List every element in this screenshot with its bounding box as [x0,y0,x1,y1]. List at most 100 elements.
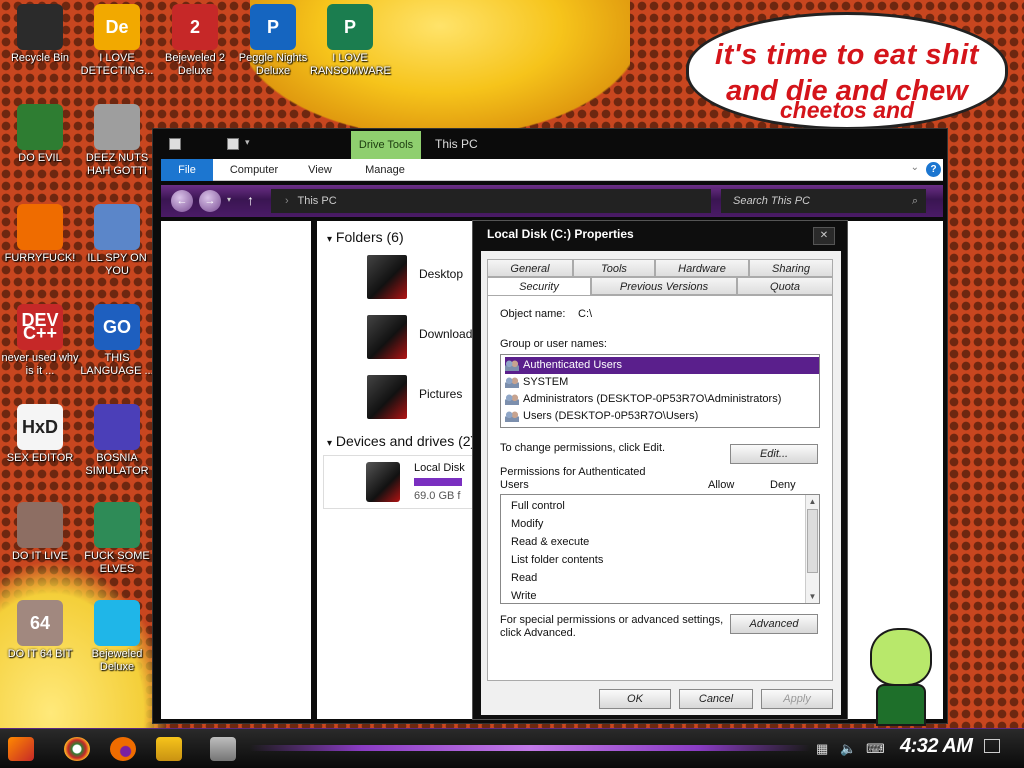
desktop-icon[interactable]: Bejeweled Deluxe [77,600,157,674]
keyboard-icon[interactable]: ⌨ [866,741,885,757]
spy-magnifier-icon [94,204,140,250]
ok-button[interactable]: OK [599,689,671,709]
breadcrumb-arrow-icon: › [285,195,289,207]
user-row-users[interactable]: Users (DESKTOP-0P53R7O\Users) [505,408,698,425]
perm-read-execute: Read & execute [511,536,590,548]
close-button[interactable]: ✕ [813,227,835,245]
drive-tools-tab[interactable]: Drive Tools [351,131,421,159]
desktop-icon[interactable]: PI LOVE RANSOMWARE [310,4,391,78]
recent-locations-icon[interactable]: ▾ [227,195,231,204]
navigation-pane[interactable] [161,221,311,719]
properties-taskbar-icon[interactable] [210,737,236,761]
cancel-button[interactable]: Cancel [679,689,753,709]
users-group-icon [505,410,519,423]
chrome-taskbar-icon[interactable] [64,737,90,761]
desktop-icon-label: DO EVIL [18,152,62,164]
desktop-icon-label: SEX EDITOR [6,452,74,464]
user-row-administrators[interactable]: Administrators (DESKTOP-0P53R7O\Administ… [505,391,781,408]
tab-computer[interactable]: Computer [221,159,287,181]
tab-file[interactable]: File [161,159,213,181]
desktop-icon[interactable]: GO THIS LANGUAGE ... [77,304,157,378]
desktop-icon[interactable]: DO EVIL [0,104,80,165]
devices-group-header[interactable]: ▾ Devices and drives (2) [327,433,475,449]
desktop-icon[interactable]: 64 DO IT 64 BIT [0,600,80,661]
desktop-icon-label: FURRYFUCK! [4,252,76,264]
portrait-icon [17,502,63,548]
desktop-icon-label: ILL SPY ON YOU [87,252,147,277]
desktop-icon-label: DO IT 64 BIT [7,648,73,660]
start-button-icon[interactable] [8,737,34,761]
hard-drive-icon [366,462,400,502]
clock[interactable]: 4:32 AM [900,735,973,758]
downloads-folder-icon [367,315,407,359]
ribbon-collapse-icon[interactable]: ⌄ [911,162,919,173]
tab-previous-versions[interactable]: Previous Versions [591,277,737,295]
help-icon[interactable]: ? [926,162,941,177]
local-disk-drive[interactable]: Local Disk 69.0 GB f [323,455,473,509]
security-panel: Object name: C:\ Group or user names: Au… [487,295,833,681]
address-bar[interactable]: › This PC [271,189,711,213]
forward-button[interactable]: → [199,190,221,212]
meme-speech-bubble: it's time to eat shit and die and chew c… [686,12,1008,130]
tab-tools[interactable]: Tools [573,259,655,277]
title-bar: ▾ Drive Tools This PC [153,129,947,159]
windows-stack-icon [94,104,140,150]
scroll-up-icon[interactable]: ▲ [806,495,819,508]
permissions-scrollbar[interactable]: ▲ ▼ [805,495,819,603]
perm-write: Write [511,590,537,602]
desktop-icon-label: I LOVE RANSOMWARE [310,52,391,77]
search-icon[interactable]: ⌕ [912,189,918,213]
permissions-list[interactable]: Full control Modify Read & execute List … [500,494,820,604]
desktop-icon[interactable]: DEEZ NUTS HAH GOTTI [77,104,157,178]
desktop-icon-label: THIS LANGUAGE ... [80,352,154,377]
volume-icon[interactable]: 🔈 [840,741,856,757]
recycle-bin-icon [17,4,63,50]
up-arrow-icon[interactable]: ↑ [247,192,254,208]
desktop-icon[interactable]: De I LOVE DETECTING... [77,4,157,78]
pictures-folder-icon [367,375,407,419]
desktop-icon[interactable]: P Peggle Nights Deluxe [233,4,313,78]
user-row-authenticated[interactable]: Authenticated Users [505,357,819,374]
tab-view[interactable]: View [299,159,341,181]
quick-access-icon[interactable] [227,138,239,150]
tab-hardware[interactable]: Hardware [655,259,749,277]
firefox-taskbar-icon[interactable] [110,737,136,761]
network-icon[interactable]: ▦ [816,741,828,757]
folders-group-header[interactable]: ▾ Folders (6) [327,229,404,245]
desktop-icon[interactable]: DO IT LIVE [0,502,80,563]
object-name-label: Object name: [500,308,566,320]
tab-general[interactable]: General [487,259,573,277]
users-group-icon [505,376,519,389]
scroll-down-icon[interactable]: ▼ [806,590,819,603]
golang-icon: GO [94,304,140,350]
tab-quota[interactable]: Quota [737,277,833,295]
search-input[interactable]: Search This PC ⌕ [721,189,926,213]
quick-access-dropdown-icon[interactable]: ▾ [245,137,250,148]
desktop-icon[interactable]: BOSNIA SIMULATOR [77,404,157,478]
desktop-icon[interactable]: HxD SEX EDITOR [0,404,80,465]
file-explorer-taskbar-icon[interactable] [156,737,182,761]
tab-manage[interactable]: Manage [353,159,417,181]
back-button[interactable]: ← [171,190,193,212]
desktop-icon[interactable]: ILL SPY ON YOU [77,204,157,278]
apply-button[interactable]: Apply [761,689,833,709]
dialog-body: General Tools Hardware Sharing Security … [481,251,841,715]
advanced-button[interactable]: Advanced [730,614,818,634]
desktop-icon[interactable]: FUCK SOME ELVES [77,502,157,576]
tab-security[interactable]: Security [487,277,591,297]
desktop-icon[interactable]: Recycle Bin [0,4,80,65]
taskbar: ▦ 🔈 ⌨ 4:32 AM [0,728,1024,768]
tab-sharing[interactable]: Sharing [749,259,833,277]
desktop-icon[interactable]: 2 Bejeweled 2 Deluxe [155,4,235,78]
desktop-icon-label: FUCK SOME ELVES [84,550,150,575]
user-list[interactable]: Authenticated Users SYSTEM Administrator… [500,354,820,428]
desktop-icon[interactable]: DEV C++ never used why is it ... [0,304,80,378]
desktop-icon[interactable]: FURRYFUCK! [0,204,80,265]
desktop-icon-label: I LOVE DETECTING... [80,52,154,77]
ransomware-icon: P [327,4,373,50]
notification-icon[interactable] [984,739,1000,753]
edit-button[interactable]: Edit... [730,444,818,464]
scroll-thumb[interactable] [807,509,818,573]
user-row-system[interactable]: SYSTEM [505,374,568,391]
desktop-icon-label: Bejeweled 2 Deluxe [165,52,225,77]
